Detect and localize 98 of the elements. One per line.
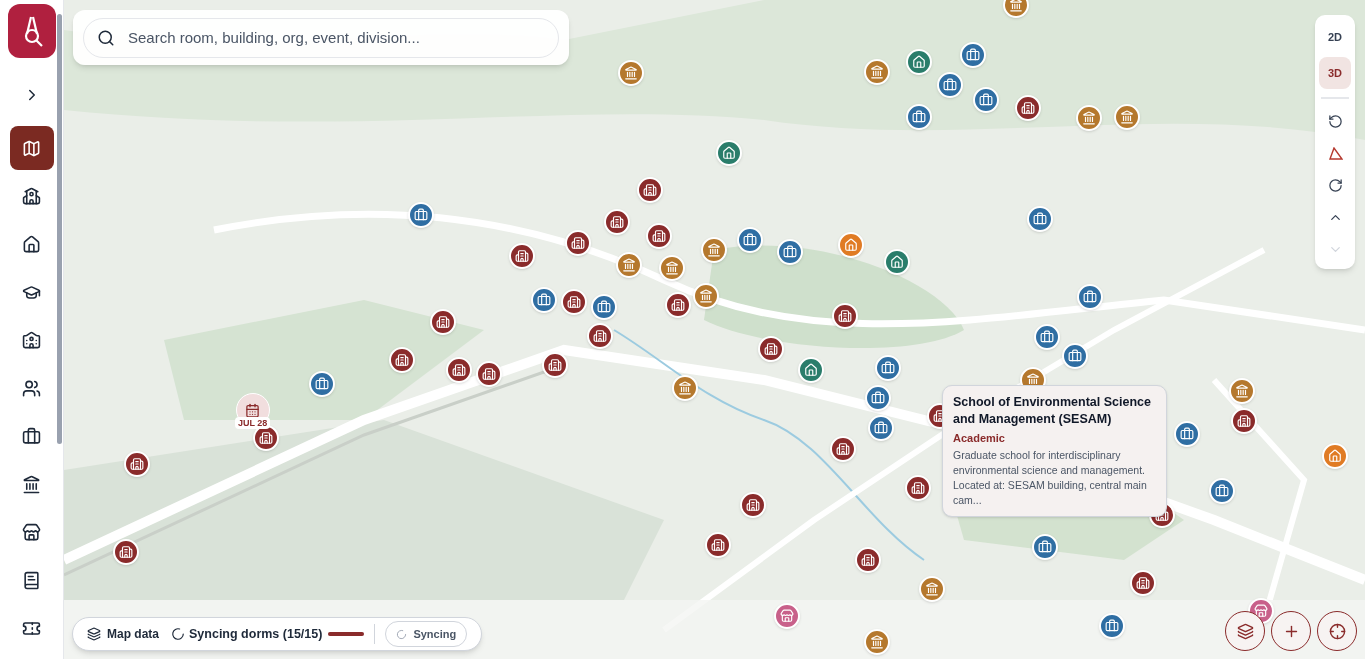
landmark-icon <box>707 243 721 257</box>
building-icon <box>643 183 657 197</box>
landmark-icon <box>925 582 939 596</box>
calendar-icon <box>245 402 261 418</box>
building-icon <box>1237 414 1251 428</box>
briefcase-icon <box>1083 290 1097 304</box>
briefcase-icon <box>537 293 551 307</box>
landmark-icon <box>678 381 692 395</box>
building-icon <box>593 329 607 343</box>
popup-category: Academic <box>953 431 1006 446</box>
popup-title: School of Environmental Science and Management (SESAM) <box>953 394 1152 428</box>
briefcase-icon <box>783 245 797 259</box>
building-icon <box>836 442 850 456</box>
view-toggle[interactable]: 2D <box>1319 21 1351 53</box>
spinner-icon <box>171 627 185 641</box>
building-icon <box>861 553 875 567</box>
building-icon <box>119 545 133 559</box>
home-icon <box>722 146 736 160</box>
landmark-icon <box>622 258 636 272</box>
landmark-icon <box>1009 0 1023 12</box>
building-icon <box>711 538 725 552</box>
building-icon <box>911 481 925 495</box>
briefcase-icon <box>1068 349 1082 363</box>
school-icon <box>22 330 41 350</box>
store-icon <box>22 522 41 542</box>
store-icon <box>780 609 794 623</box>
building-icon <box>452 363 466 377</box>
briefcase-icon <box>22 426 41 446</box>
building-icon <box>22 186 41 206</box>
briefcase-icon <box>871 391 885 405</box>
home-icon <box>804 363 818 377</box>
briefcase-icon <box>1040 330 1054 344</box>
book-icon <box>22 570 41 590</box>
home-icon <box>22 234 41 254</box>
building-icon <box>515 249 529 263</box>
rotate-left-icon[interactable] <box>1327 113 1343 129</box>
crosshair-icon <box>1328 622 1346 640</box>
building-icon <box>130 457 144 471</box>
layers-icon <box>1236 622 1254 640</box>
briefcase-icon <box>1180 427 1194 441</box>
rotate-right-icon[interactable] <box>1327 177 1343 193</box>
building-icon <box>482 367 496 381</box>
building-icon <box>838 309 852 323</box>
building-icon <box>1021 101 1035 115</box>
landmark-icon <box>1235 384 1249 398</box>
building-icon <box>764 342 778 356</box>
map-icon <box>22 138 41 158</box>
briefcase-icon <box>315 377 329 391</box>
briefcase-icon <box>1038 540 1052 554</box>
briefcase-icon <box>743 233 757 247</box>
building-icon <box>571 236 585 250</box>
building-icon <box>436 315 450 329</box>
spinner-icon <box>396 628 408 640</box>
briefcase-icon <box>1215 484 1229 498</box>
landmark-icon <box>665 261 679 275</box>
building-icon <box>395 353 409 367</box>
briefcase-icon <box>414 208 428 222</box>
building-icon <box>259 431 273 445</box>
popup-description: Graduate school for interdisciplinary environmental science and management. Located at: SESAM building, central main cam... <box>953 447 1148 508</box>
briefcase-icon <box>597 300 611 314</box>
landmark-icon <box>624 66 638 80</box>
people-icon <box>22 378 41 398</box>
landmark-icon <box>1082 111 1096 125</box>
briefcase-icon <box>881 361 895 375</box>
app-logo[interactable] <box>7 4 56 58</box>
briefcase-icon <box>966 48 980 62</box>
layers-icon <box>87 627 101 641</box>
landmark-icon <box>870 65 884 79</box>
search-icon <box>97 28 115 47</box>
briefcase-icon <box>912 110 926 124</box>
compass-icon[interactable] <box>1327 146 1343 160</box>
building-icon <box>1136 576 1150 590</box>
briefcase-icon <box>943 78 957 92</box>
event-date: JUL 28 <box>235 417 271 429</box>
landmark-icon <box>22 474 41 494</box>
view-toggle[interactable]: 3D <box>1319 57 1351 89</box>
building-icon <box>548 358 562 372</box>
building-icon <box>567 295 581 309</box>
briefcase-icon <box>1105 619 1119 633</box>
home-icon <box>844 238 858 252</box>
building-icon <box>671 298 685 312</box>
landmark-icon <box>870 635 884 649</box>
search-field[interactable]: Search room, building, org, event, division... <box>83 17 559 58</box>
landmark-icon <box>1120 110 1134 124</box>
building-icon <box>746 498 760 512</box>
home-icon <box>890 255 904 269</box>
briefcase-icon <box>874 421 888 435</box>
sync-status: Syncing dorms (15/15) <box>189 625 323 643</box>
landmark-icon <box>699 289 713 303</box>
store-icon <box>1254 604 1268 618</box>
building-icon <box>652 229 666 243</box>
home-icon <box>912 55 926 69</box>
home-icon <box>1328 449 1342 463</box>
briefcase-icon <box>979 93 993 107</box>
building-icon <box>610 215 624 229</box>
sidebar-item[interactable] <box>9 126 54 170</box>
briefcase-icon <box>1033 212 1047 226</box>
map-data-label: Map data <box>107 626 159 643</box>
